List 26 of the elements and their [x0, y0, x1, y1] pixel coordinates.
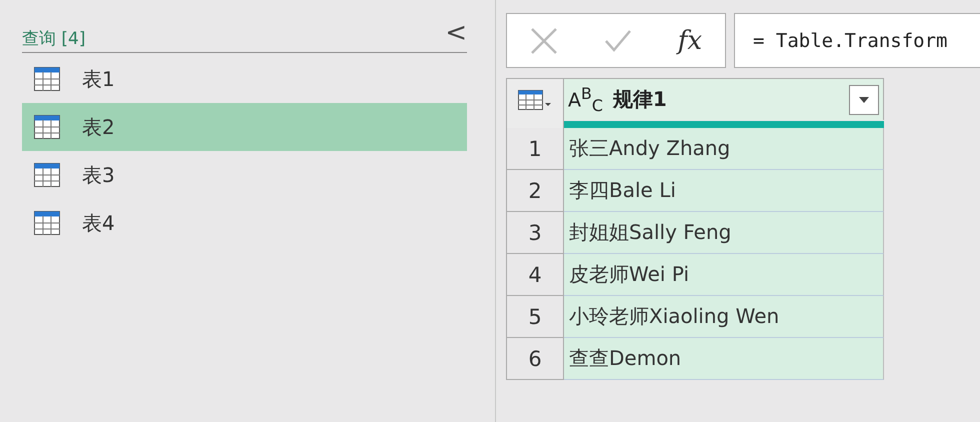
table-menu-icon [518, 90, 552, 110]
query-item[interactable]: 表2 [22, 103, 467, 151]
row-number-gutter [506, 121, 564, 128]
collapse-button[interactable]: < [445, 20, 467, 50]
table-icon [34, 163, 60, 187]
fx-label[interactable]: fx [678, 26, 702, 56]
table-cell: 查查Demon [564, 338, 884, 380]
table-icon [34, 211, 60, 235]
table-cell: 皮老师Wei Pi [564, 254, 884, 296]
table-menu-button[interactable] [506, 78, 564, 121]
table-cell: 封姐姐Sally Feng [564, 212, 884, 254]
query-item[interactable]: 表1 [22, 55, 467, 103]
formula-field[interactable]: = Table.Transform [734, 13, 980, 68]
column-name: 规律1 [612, 86, 668, 113]
table-cell: 张三Andy Zhang [564, 128, 884, 170]
caret-icon [858, 96, 870, 104]
query-item[interactable]: 表3 [22, 151, 467, 199]
filter-dropdown-button[interactable] [849, 84, 879, 114]
table-icon [34, 67, 60, 91]
query-item[interactable]: 表4 [22, 199, 467, 247]
table-icon [34, 115, 60, 139]
queries-title: 查询 [4] [22, 28, 86, 50]
check-icon[interactable] [604, 28, 632, 52]
column-header[interactable]: A$^{B}$$_{C}$ 规律1 [564, 78, 884, 120]
table-cell: 小玲老师Xiaoling Wen [564, 296, 884, 338]
table-cell: 李四Bale Li [564, 170, 884, 212]
